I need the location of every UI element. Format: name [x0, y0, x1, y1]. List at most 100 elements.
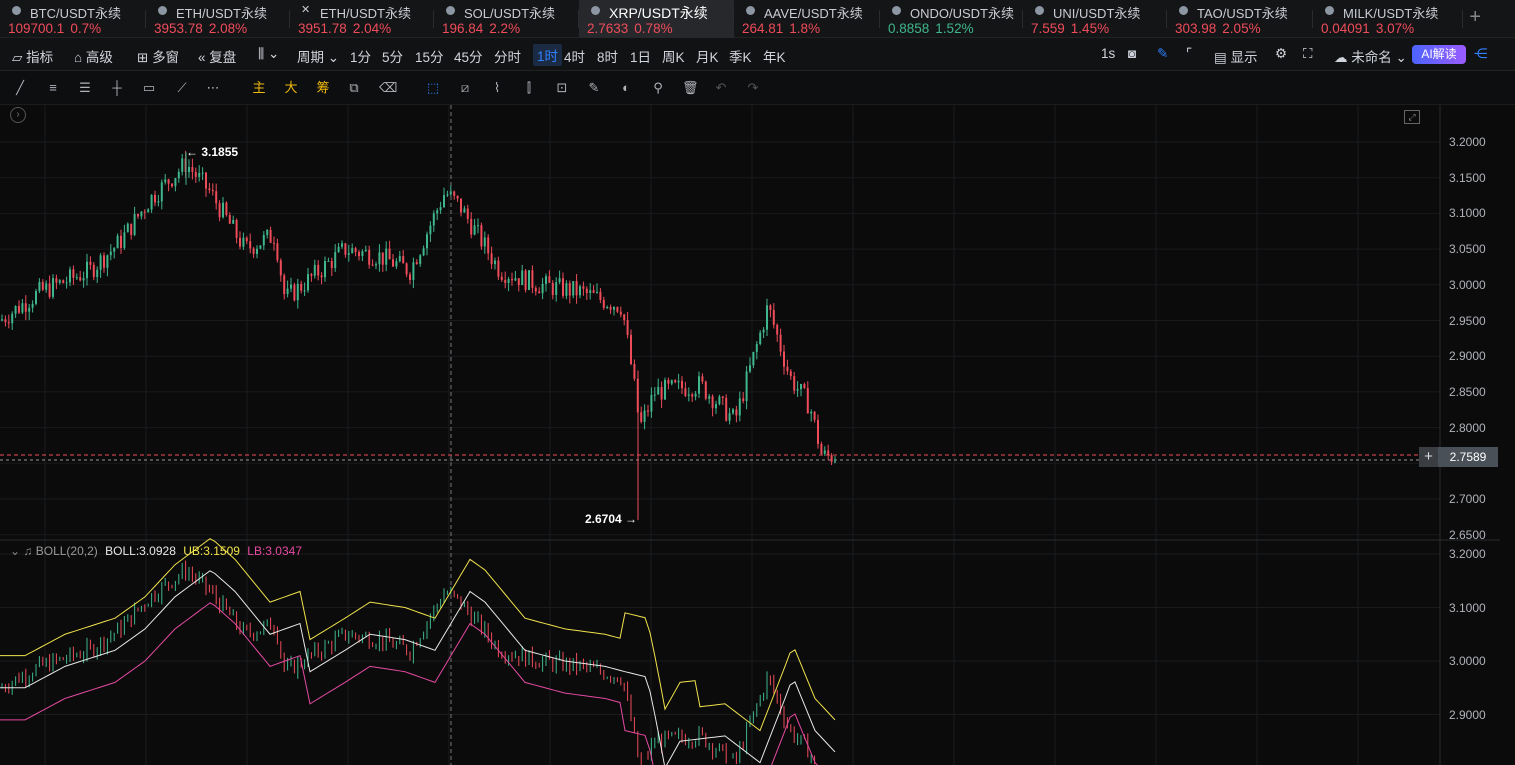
- lock-icon[interactable]: ⊡: [554, 80, 570, 96]
- interval-11[interactable]: 季K: [729, 46, 752, 66]
- ticker-quote: 2.7633 0.78%: [587, 21, 679, 36]
- interval-7[interactable]: 8时: [597, 46, 618, 66]
- interval-1[interactable]: 5分: [382, 46, 403, 66]
- candle-body: [592, 290, 595, 293]
- ticker-tab[interactable]: ETH/USDT永续 3953.78 2.08%: [146, 0, 290, 38]
- interval-9[interactable]: 周K: [662, 46, 685, 66]
- chart-type-button[interactable]: ⫼ ⌄: [258, 46, 279, 62]
- indicators-button[interactable]: ▱ 指标: [12, 46, 53, 66]
- advanced-button[interactable]: ⌂ 高级: [74, 46, 113, 66]
- rectangle-icon[interactable]: ▭: [141, 80, 157, 96]
- candle-body: [650, 395, 653, 412]
- horizontal-lines-icon[interactable]: ≡: [45, 80, 61, 96]
- ticker-name: SOL/USDT永续: [464, 6, 556, 21]
- more-tools-icon[interactable]: ⋯: [205, 80, 221, 96]
- interval-3[interactable]: 45分: [454, 46, 483, 66]
- filter-icon[interactable]: ⚲: [650, 80, 666, 96]
- trash-icon[interactable]: 🗑: [682, 80, 699, 96]
- multi-window-button[interactable]: ⊞ 多窗: [137, 46, 179, 66]
- magnet-icon[interactable]: ⧉: [346, 80, 362, 96]
- ticker-tab[interactable]: BTC/USDT永续 109700.1 0.7%: [0, 0, 146, 38]
- candle-body: [725, 397, 728, 421]
- ticker-quote: 0.8858 1.52%: [888, 21, 980, 36]
- candle-body: [585, 288, 588, 294]
- note-icon[interactable]: ✎: [586, 80, 602, 96]
- candle-body: [429, 225, 432, 235]
- replay-button[interactable]: « 复盘: [198, 46, 236, 66]
- chip-toggle[interactable]: 筹: [315, 80, 331, 96]
- ticker-price: 3951.78: [298, 21, 347, 36]
- ai-analysis-button[interactable]: AI解读: [1412, 45, 1466, 64]
- hide-icon[interactable]: ◐: [618, 80, 634, 96]
- interval-6[interactable]: 4时: [564, 46, 585, 66]
- parallel-lines-icon[interactable]: ☰: [77, 80, 93, 96]
- interval-10[interactable]: 月K: [696, 46, 719, 66]
- undo-icon[interactable]: ↶: [713, 80, 729, 96]
- brush-icon[interactable]: ⟋: [174, 80, 190, 96]
- candle-body: [103, 255, 105, 268]
- candle-body: [35, 291, 37, 304]
- ticker-tab[interactable]: ONDO/USDT永续 0.8858 1.52%: [880, 0, 1023, 38]
- ticker-name: BTC/USDT永续: [30, 6, 122, 21]
- ticker-change: 2.04%: [352, 21, 392, 36]
- maximize-icon[interactable]: ⤢: [1404, 110, 1420, 124]
- eraser-icon[interactable]: ⌫: [379, 80, 397, 96]
- camera-icon[interactable]: ◙: [1128, 46, 1136, 61]
- period-button[interactable]: 周期 ⌄: [297, 46, 339, 66]
- ruler-icon[interactable]: ⧄: [457, 80, 473, 96]
- candle-body: [606, 306, 609, 308]
- redo-icon[interactable]: ↷: [745, 80, 761, 96]
- candle-body: [599, 291, 602, 300]
- candle-body: [109, 251, 112, 256]
- layout-button[interactable]: ☁ 未命名 ⌄: [1334, 46, 1407, 66]
- interval-12[interactable]: 年K: [763, 46, 786, 66]
- candle-body: [402, 256, 405, 264]
- candle-body: [742, 398, 745, 401]
- interval-5[interactable]: 1时: [533, 44, 563, 66]
- path-icon[interactable]: ⌇: [489, 80, 505, 96]
- big-order-toggle[interactable]: 大: [283, 80, 299, 96]
- candle-body: [198, 172, 201, 177]
- expand-panel-icon[interactable]: ›: [10, 107, 26, 123]
- template-icon[interactable]: ⌜: [1186, 46, 1192, 62]
- price-chart[interactable]: [0, 105, 1515, 765]
- interval-8[interactable]: 1日: [630, 46, 651, 66]
- candle-icon[interactable]: ⫿: [521, 80, 537, 96]
- ticker-tab[interactable]: ✕ ETH/USDT永续 3951.78 2.04%: [290, 0, 434, 38]
- candle-body: [344, 243, 347, 255]
- share-icon[interactable]: ⋲: [1474, 46, 1488, 62]
- ticker-tab[interactable]: TAO/USDT永续 303.98 2.05%: [1167, 0, 1313, 38]
- ticker-tab[interactable]: MILK/USDT永续 0.04091 3.07%: [1313, 0, 1463, 38]
- close-tab-icon[interactable]: ✕: [301, 3, 310, 16]
- boll-lower-line: [0, 602, 818, 765]
- candle-body: [82, 278, 85, 281]
- pencil-icon[interactable]: ✎: [1157, 46, 1168, 62]
- price-axis-label: 2.8000: [1449, 420, 1486, 435]
- cursor-icon[interactable]: ⬚: [425, 80, 441, 96]
- settings-icon[interactable]: ⚙: [1275, 46, 1287, 62]
- ray-icon[interactable]: ┼: [109, 80, 125, 96]
- candle-body: [385, 248, 388, 265]
- ticker-price: 3953.78: [154, 21, 203, 36]
- ticker-tab[interactable]: SOL/USDT永续 196.84 2.2%: [434, 0, 579, 38]
- add-alert-icon[interactable]: +: [1419, 447, 1438, 467]
- interval-0[interactable]: 1分: [350, 46, 371, 66]
- interval-4[interactable]: 分时: [494, 46, 521, 66]
- candle-body: [473, 225, 476, 235]
- fullscreen-icon[interactable]: ⛶: [1303, 46, 1312, 62]
- display-button[interactable]: ▤ 显示: [1214, 46, 1258, 66]
- ticker-tab[interactable]: UNI/USDT永续 7.559 1.45%: [1023, 0, 1167, 38]
- collapse-icon[interactable]: ⌄: [10, 544, 20, 558]
- candle-body: [534, 287, 537, 292]
- ticker-tab[interactable]: AAVE/USDT永续 264.81 1.8%: [734, 0, 880, 38]
- add-tab-icon[interactable]: +: [1469, 6, 1481, 29]
- ticker-tab[interactable]: XRP/USDT永续 2.7633 0.78%: [579, 0, 734, 38]
- interval-2[interactable]: 15分: [415, 46, 444, 66]
- bell-icon[interactable]: ♫: [23, 544, 32, 558]
- ticker-change: 2.05%: [1222, 21, 1261, 36]
- speed-button[interactable]: 1s: [1101, 46, 1115, 61]
- candle-body: [422, 248, 425, 256]
- main-chart-toggle[interactable]: 主: [251, 80, 267, 96]
- trend-line-icon[interactable]: ╱: [12, 80, 28, 96]
- candle-body: [395, 261, 398, 267]
